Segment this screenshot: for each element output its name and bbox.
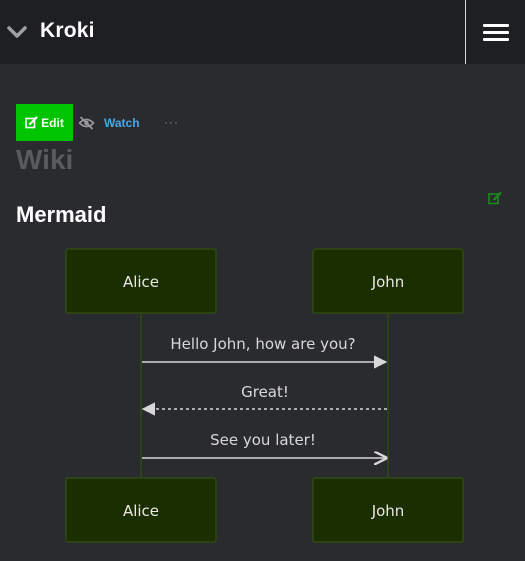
message-2-label: Great! bbox=[241, 383, 289, 401]
message-3-label: See you later! bbox=[210, 431, 316, 449]
actor-label-alice-bottom: Alice bbox=[123, 502, 159, 520]
actor-label-alice-top: Alice bbox=[123, 273, 159, 291]
actor-label-john-bottom: John bbox=[371, 502, 405, 520]
actor-label-john-top: John bbox=[371, 273, 405, 291]
sequence-diagram: Alice John Hello John, how are you? Grea… bbox=[65, 248, 464, 543]
message-1-label: Hello John, how are you? bbox=[170, 335, 355, 353]
